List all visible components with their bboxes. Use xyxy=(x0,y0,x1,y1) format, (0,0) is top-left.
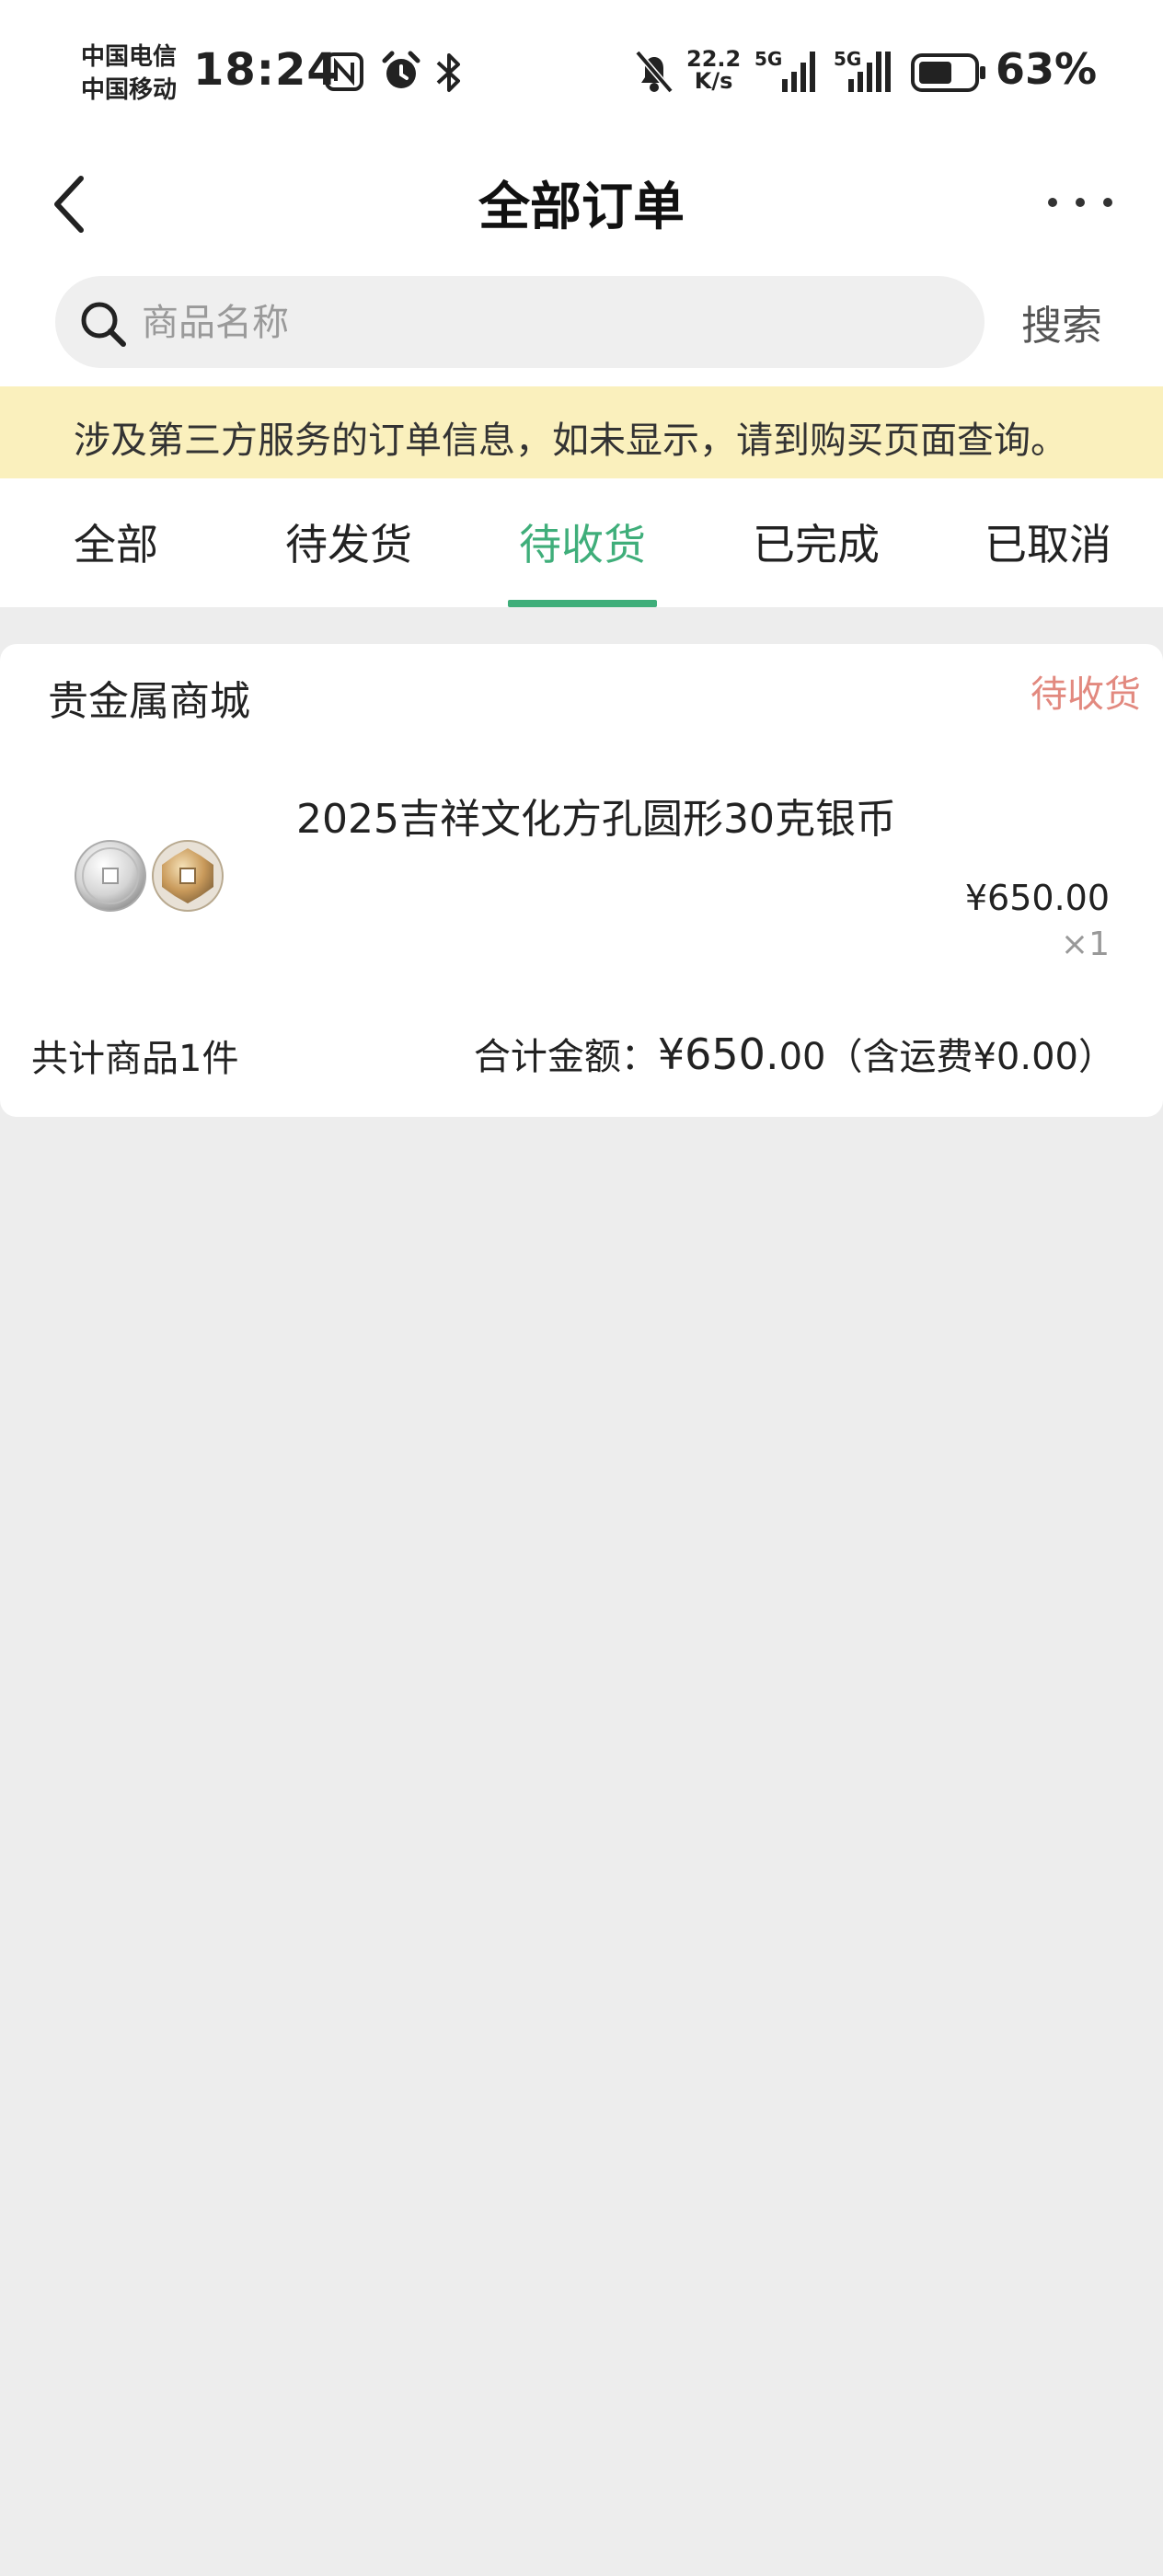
order-tabs: 全部 待发货 待收货 已完成 已取消 xyxy=(0,478,1163,607)
tab-pending-receipt[interactable]: 待收货 xyxy=(519,512,646,572)
tab-all[interactable]: 全部 xyxy=(74,512,158,572)
alarm-icon xyxy=(382,51,420,88)
search-bar xyxy=(55,276,985,368)
product-price: ¥650.00 xyxy=(964,878,1110,918)
tab-cancelled[interactable]: 已取消 xyxy=(985,512,1111,572)
mute-icon xyxy=(635,50,674,94)
notice-text: 涉及第三方服务的订单信息，如未显示，请到购买页面查询。 xyxy=(74,420,1067,462)
more-dots-icon xyxy=(1048,198,1112,207)
battery-icon xyxy=(911,53,985,92)
network-speed: 22.2 K/s xyxy=(686,48,741,92)
search-icon xyxy=(81,302,126,347)
order-total: 合计金额：¥650.00（含运费¥0.00） xyxy=(474,1027,1115,1080)
carrier-1: 中国电信 xyxy=(81,43,178,71)
search-button[interactable]: 搜索 xyxy=(1021,293,1102,351)
nfc-icon xyxy=(325,52,363,91)
tab-pending-shipment[interactable]: 待发货 xyxy=(285,512,412,572)
product-thumbnail[interactable] xyxy=(74,837,228,914)
net-speed-unit: K/s xyxy=(694,68,733,94)
signal-icon: 5G xyxy=(834,48,900,94)
battery-percent: 63% xyxy=(996,44,1098,94)
product-name[interactable]: 2025吉祥文化方孔圆形30克银币 xyxy=(296,786,896,845)
more-button[interactable] xyxy=(1043,175,1117,230)
shop-name: 贵金属商城 xyxy=(48,678,250,725)
order-status-badge: 待收货 xyxy=(1031,673,1141,716)
shipping-note: （含运费¥0.00） xyxy=(825,1036,1115,1078)
total-label: 合计金额： xyxy=(473,1036,658,1078)
carrier-2: 中国移动 xyxy=(81,76,178,104)
bluetooth-icon xyxy=(436,53,460,92)
search-input[interactable] xyxy=(140,293,953,353)
total-cents: 00 xyxy=(778,1036,826,1078)
item-count: 共计商品1件 xyxy=(31,1038,239,1080)
status-bar: 中国电信 中国移动 18:24 22.2 K/s 5G 5G 63% xyxy=(0,0,1163,147)
notice-banner: 涉及第三方服务的订单信息，如未显示，请到购买页面查询。 xyxy=(0,386,1163,478)
net-speed-value: 22.2 xyxy=(686,46,742,72)
carrier-labels: 中国电信 中国移动 xyxy=(81,40,177,107)
back-button[interactable] xyxy=(46,167,101,241)
chevron-left-icon xyxy=(54,176,84,233)
active-tab-indicator xyxy=(508,600,657,607)
signal-icon: 5G xyxy=(754,48,821,94)
product-quantity: ×1 xyxy=(1060,926,1110,963)
navigation-bar: 全部订单 xyxy=(0,147,1163,258)
order-card[interactable]: 贵金属商城 待收货 2025吉祥文化方孔圆形30克银币 ¥650.00 ×1 共… xyxy=(0,644,1163,1117)
page-title: 全部订单 xyxy=(478,178,685,237)
clock: 18:24 xyxy=(193,44,339,96)
total-amount: ¥650. xyxy=(657,1029,779,1079)
tab-completed[interactable]: 已完成 xyxy=(753,512,880,572)
